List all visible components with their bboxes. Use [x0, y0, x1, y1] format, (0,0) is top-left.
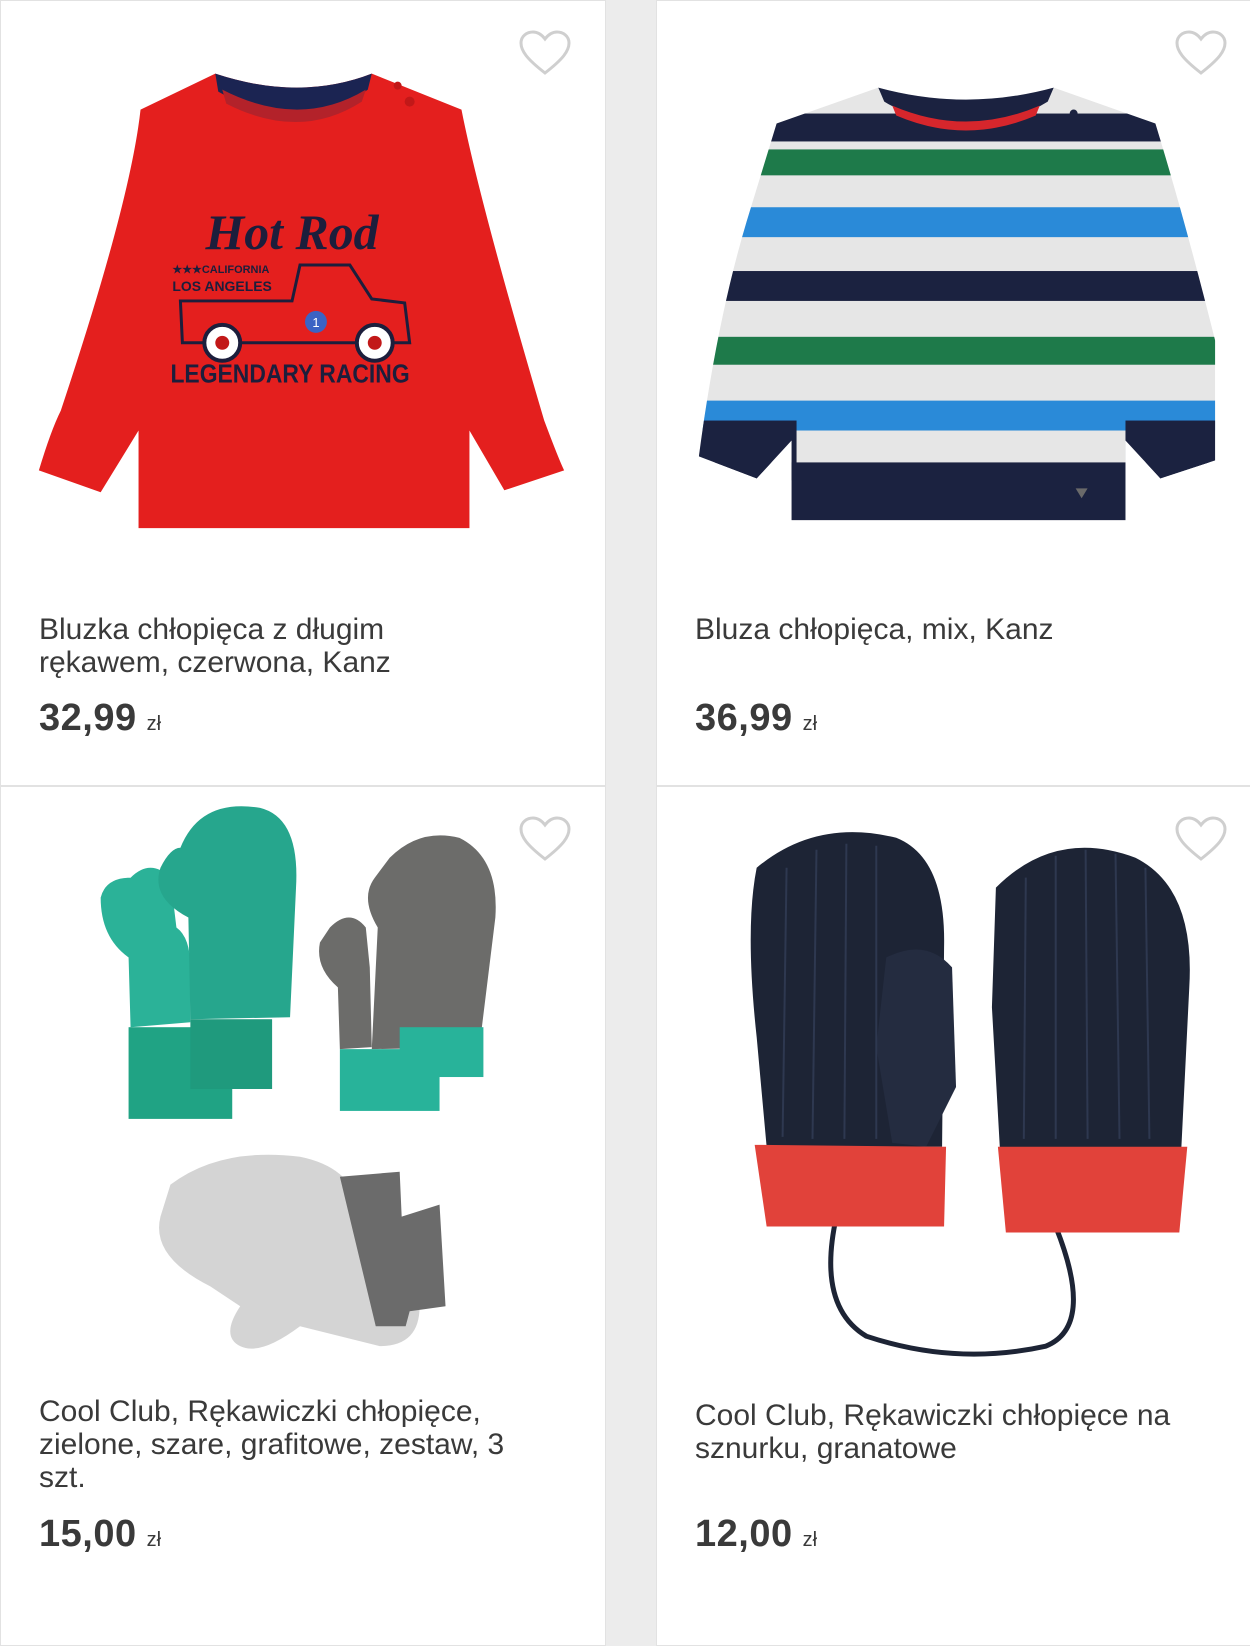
- product-image[interactable]: [657, 1, 1250, 561]
- favorite-button[interactable]: [517, 815, 573, 865]
- navy-mittens-on-string-image: [750, 832, 1190, 1357]
- price-amount: 32,99: [39, 697, 137, 739]
- product-title[interactable]: Bluza chłopięca, mix, Kanz: [695, 613, 1250, 646]
- price-currency: zł: [802, 713, 818, 735]
- favorite-button[interactable]: [517, 29, 573, 79]
- heart-outline-icon: [519, 816, 571, 861]
- product-card[interactable]: Cool Club, Rękawiczki chłopięce na sznur…: [656, 786, 1250, 1646]
- price-amount: 36,99: [695, 697, 793, 739]
- product-price: 12,00 zł: [695, 1513, 817, 1556]
- striped-sweatshirt-image: [698, 87, 1216, 521]
- heart-outline-icon: [1175, 816, 1227, 861]
- favorite-button[interactable]: [1173, 815, 1229, 865]
- product-card[interactable]: Hot Rod ★★★CALIFORNIA LOS ANGELES 1 LEGE…: [0, 0, 606, 786]
- heart-outline-icon: [1175, 30, 1227, 75]
- product-title[interactable]: Cool Club, Rękawiczki chłopięce na sznur…: [695, 1399, 1250, 1465]
- heart-outline-icon: [519, 30, 571, 75]
- product-price: 32,99 zł: [39, 697, 161, 740]
- product-image[interactable]: [1, 787, 605, 1387]
- product-grid: Hot Rod ★★★CALIFORNIA LOS ANGELES 1 LEGE…: [0, 0, 1250, 1646]
- red-long-sleeve-shirt-image: Hot Rod ★★★CALIFORNIA LOS ANGELES 1 LEGE…: [38, 73, 565, 529]
- svg-text:Hot Rod: Hot Rod: [205, 205, 380, 260]
- three-pairs-mittens-image: [100, 806, 496, 1349]
- product-image[interactable]: [657, 787, 1250, 1387]
- price-amount: 15,00: [39, 1513, 137, 1555]
- product-title[interactable]: Bluzka chłopięca z długim rękawem, czerw…: [39, 613, 585, 679]
- price-currency: zł: [146, 1529, 162, 1551]
- product-title[interactable]: Cool Club, Rękawiczki chłopięce, zielone…: [39, 1395, 585, 1494]
- svg-text:LEGENDARY RACING: LEGENDARY RACING: [170, 361, 409, 389]
- price-currency: zł: [146, 713, 162, 735]
- svg-text:1: 1: [312, 315, 319, 330]
- svg-text:LOS ANGELES: LOS ANGELES: [172, 278, 271, 294]
- price-amount: 12,00: [695, 1513, 793, 1555]
- product-card[interactable]: Cool Club, Rękawiczki chłopięce, zielone…: [0, 786, 606, 1646]
- product-image[interactable]: Hot Rod ★★★CALIFORNIA LOS ANGELES 1 LEGE…: [1, 1, 605, 561]
- product-price: 36,99 zł: [695, 697, 817, 740]
- price-currency: zł: [802, 1529, 818, 1551]
- product-card[interactable]: Bluza chłopięca, mix, Kanz 36,99 zł: [656, 0, 1250, 786]
- svg-text:★★★CALIFORNIA: ★★★CALIFORNIA: [172, 264, 269, 276]
- favorite-button[interactable]: [1173, 29, 1229, 79]
- product-price: 15,00 zł: [39, 1513, 161, 1556]
